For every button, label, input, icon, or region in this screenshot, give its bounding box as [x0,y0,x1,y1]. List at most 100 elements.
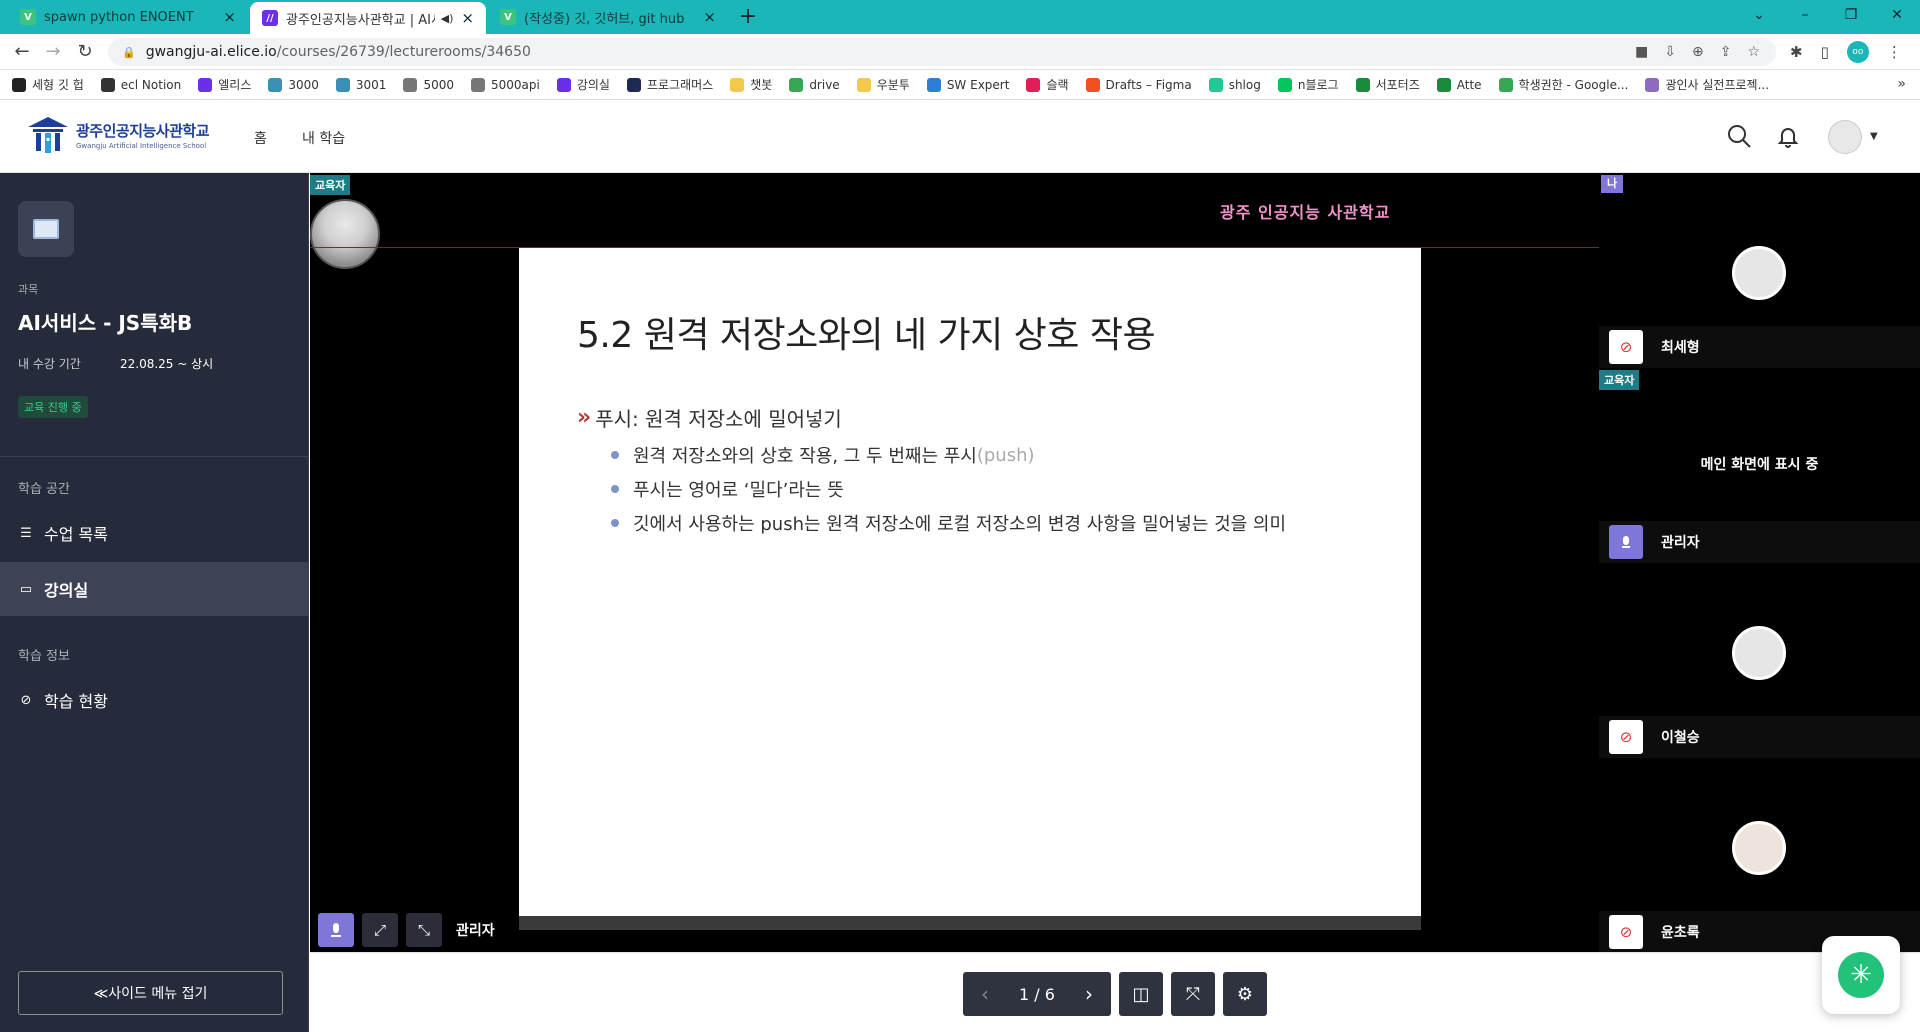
bookmark-item[interactable]: 슬랙 [1026,76,1069,93]
tab-close-icon[interactable]: × [461,9,474,27]
drive-icon [1498,77,1513,92]
nav-my-learning[interactable]: 내 학습 [302,128,345,148]
slide-scrollbar[interactable] [519,916,1421,930]
period-value: 22.08.25 ~ 상시 [120,357,214,371]
sidebar-item-learning-status[interactable]: ⊘ 학습 현황 [0,673,309,727]
address-bar[interactable]: 🔒 gwangju-ai.elice.io/courses/26739/lect… [108,38,1776,66]
github-icon [12,77,26,92]
bookmark-item[interactable]: 우분투 [856,76,910,93]
participant-tile[interactable]: ⊘ 윤초록 [1599,758,1920,953]
bookmark-item[interactable]: 3000 [268,77,319,92]
mic-icon[interactable] [318,913,354,947]
search-icon[interactable] [1725,122,1753,150]
folder-icon [856,77,871,92]
bookmark-label: 프로그래머스 [646,78,714,92]
bookmark-item[interactable]: 3001 [335,77,386,92]
next-page-icon[interactable]: › [1067,972,1111,1016]
expand-icon[interactable]: ⤢ [362,913,398,947]
presenter-avatar [310,199,380,269]
zoom-icon[interactable]: ⊕ [1692,44,1704,60]
new-tab-button[interactable]: + [735,4,761,30]
chevron-down-icon[interactable]: ▼ [1870,131,1878,142]
elice-icon [198,77,213,92]
help-fab-button[interactable]: ✳ [1822,936,1900,1014]
bookmark-item[interactable]: Drafts – Figma [1085,77,1192,92]
bookmark-item[interactable]: SW Expert [926,77,1010,92]
bookmark-item[interactable]: 서포터즈 [1355,76,1420,93]
participant-tile[interactable]: 교육자 메인 화면에 표시 중 관리자 [1599,368,1920,563]
globe-icon [471,77,485,92]
more-bookmarks-icon[interactable]: » [1897,76,1906,92]
bookmark-label: 서포터즈 [1375,78,1420,92]
collapse-sidebar-button[interactable]: ≪사이드 메뉴 접기 [18,971,283,1015]
bookmark-label: 5000api [491,77,540,92]
bookmark-item[interactable]: 챗봇 [730,76,772,93]
sidebar-item-lecture-room[interactable]: ▭ 강의실 [0,562,309,616]
mic-muted-icon[interactable]: ⊘ [1609,330,1643,364]
participant-avatar [1732,821,1786,875]
bookmark-item[interactable]: 광인사 실전프로젝... [1645,76,1769,93]
restore-button[interactable]: ❐ [1828,0,1874,34]
bookmark-item[interactable]: ecl Notion [100,77,181,92]
extensions-icon[interactable]: ✱ [1790,43,1803,61]
participant-name: 최세형 [1661,340,1700,356]
participant-tile[interactable]: ⊘ 이철승 [1599,563,1920,758]
settings-icon[interactable]: ⚙ [1223,972,1267,1016]
bookmark-label: 학생권한 - Google... [1518,78,1629,92]
bookmark-label: SW Expert [946,77,1010,92]
bottom-controls: ‹ 1 / 6 › ◫ ⤧ ⚙ [310,952,1920,1032]
bookmark-item[interactable]: 5000api [471,77,540,92]
bookmark-item[interactable]: 5000 [403,77,454,92]
side-panel-toggle-icon[interactable]: ◫ [1119,972,1163,1016]
prev-page-icon[interactable]: ‹ [963,972,1007,1016]
bookmark-item[interactable]: 프로그래머스 [626,76,714,93]
tab-title: 광주인공지능사관학교 | AI서 [286,12,435,28]
bell-icon[interactable] [1774,122,1802,150]
fullscreen-icon[interactable]: ⤧ [1171,972,1215,1016]
back-icon[interactable]: ← [9,39,35,65]
user-avatar[interactable] [1828,120,1862,154]
velog-favicon-icon: V [20,9,36,25]
tab-search-icon[interactable]: ⌄ [1736,0,1782,34]
chrome-menu-icon[interactable]: ⋮ [1887,43,1902,61]
participant-name: 윤초록 [1661,925,1700,941]
forward-icon[interactable]: → [40,39,66,65]
close-window-button[interactable]: ✕ [1874,0,1920,34]
star-icon[interactable]: ☆ [1747,44,1760,60]
sidebar-divider [0,456,309,457]
install-app-icon[interactable]: ⇩ [1664,44,1676,60]
minimize-button[interactable]: – [1782,0,1828,34]
side-panel-icon[interactable]: ▯ [1821,43,1829,61]
browser-tab[interactable]: V spawn python ENOENT × [8,0,248,34]
school-logo[interactable]: 광주인공지능사관학교 Gwangju Artificial Intelligen… [26,115,210,155]
reload-icon[interactable]: ↻ [72,39,98,65]
browser-tab-active[interactable]: // 광주인공지능사관학교 | AI서 ◀) × [250,2,486,34]
camera-icon[interactable]: ■ [1635,44,1648,60]
participant-tile[interactable]: 나 ⊘ 최세형 [1599,173,1920,368]
nav-home[interactable]: 홈 [254,128,267,148]
lock-icon[interactable]: 🔒 [122,46,136,59]
bookmark-item[interactable]: 강의실 [556,76,610,93]
mic-muted-icon[interactable]: ⊘ [1609,915,1643,949]
bookmark-item[interactable]: 세형 깃 헙 [12,76,84,93]
bookmark-item[interactable]: shlog [1208,77,1261,92]
bookmark-item[interactable]: Atte [1436,77,1482,92]
bookmark-item[interactable]: drive [789,77,840,92]
bookmark-item[interactable]: 엘리스 [198,76,251,93]
slide-heading: » 푸시: 원격 저장소에 밀어넣기 [577,403,842,432]
speaker-icon[interactable]: ◀) [441,12,454,25]
tab-close-icon[interactable]: × [223,8,236,26]
tab-close-icon[interactable]: × [703,8,716,26]
bookmark-item[interactable]: n블로그 [1277,76,1339,93]
share-icon[interactable]: ⇪ [1720,44,1732,60]
sidebar-item-lesson-list[interactable]: ☰ 수업 목록 [0,506,309,560]
bookmark-item[interactable]: 학생권한 - Google... [1498,76,1629,93]
fullscreen-icon[interactable]: ⤡ [406,913,442,947]
participant-name: 이철승 [1661,730,1700,746]
bookmark-label: 5000 [423,77,454,92]
bookmark-label: 슬랙 [1046,78,1069,92]
profile-avatar[interactable]: oo [1846,41,1869,63]
mic-muted-icon[interactable]: ⊘ [1609,720,1643,754]
browser-tab[interactable]: V (작성중) 깃, 깃허브, git hub × [488,0,728,34]
mic-icon[interactable] [1609,525,1643,559]
